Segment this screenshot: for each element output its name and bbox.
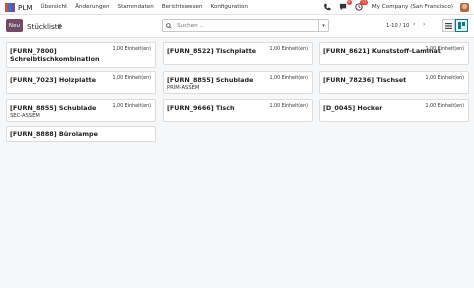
menu-overview[interactable]: Übersicht <box>41 4 68 10</box>
prev-page-icon[interactable]: ‹ <box>413 21 415 28</box>
search-input[interactable]: Suchen ... ▾ <box>162 19 329 32</box>
next-page-icon[interactable]: › <box>423 21 425 28</box>
search-icon <box>166 22 172 29</box>
company-switcher[interactable]: My Company (San Francisco) <box>372 4 453 10</box>
messages-icon[interactable]: 4 <box>339 0 352 12</box>
pager-value[interactable]: 1-10 / 10 <box>386 23 409 29</box>
card-operation: SEC-ASSEM <box>10 113 40 119</box>
user-avatar[interactable] <box>460 2 469 12</box>
search-options-toggle[interactable]: ▾ <box>318 20 328 31</box>
card-quantity: 1,00 Einheit(en) <box>425 47 464 52</box>
phone-icon[interactable] <box>323 3 332 12</box>
card-quantity: 1,00 Einheit(en) <box>112 104 151 109</box>
card-quantity: 1,00 Einheit(en) <box>269 47 308 52</box>
card-operation: PRIM-ASSEM <box>167 85 200 91</box>
card-title: [FURN_78236] Tischset <box>323 76 407 84</box>
card-title: [FURN_9666] Tisch <box>167 104 235 112</box>
card-title: [FURN_8855] Schublade <box>10 104 97 112</box>
kanban-card[interactable]: [FURN_8888] Bürolampe <box>6 126 156 142</box>
kanban-view-button[interactable] <box>455 19 468 32</box>
card-title: [FURN_7023] Holzplatte <box>10 76 97 84</box>
app-name[interactable]: PLM <box>18 3 33 12</box>
card-quantity: 1,00 Einheit(en) <box>112 47 151 52</box>
menu-configuration[interactable]: Konfiguration <box>211 4 248 10</box>
control-panel: Neu Stückliste ⚙ Suchen ... ▾ 1-10 / 10 … <box>0 15 474 38</box>
top-navbar: PLM Übersicht Änderungen Stammdaten Beri… <box>0 0 474 15</box>
card-title: [FURN_8522] Tischplatte <box>167 47 257 55</box>
menu-reporting[interactable]: Berichtswesen <box>162 4 203 10</box>
search-placeholder: Suchen ... <box>177 22 205 29</box>
menu-master-data[interactable]: Stammdaten <box>118 4 154 10</box>
kanban-card[interactable]: [FURN_8855] Schublade 1,00 Einheit(en) P… <box>163 71 313 94</box>
list-view-icon <box>445 22 452 29</box>
card-title: [FURN_7800] Schreibtischkombination <box>10 47 100 63</box>
card-quantity: 1,00 Einheit(en) <box>269 76 308 81</box>
card-title: [FURN_8888] Bürolampe <box>10 130 98 138</box>
kanban-card[interactable]: [FURN_8522] Tischplatte 1,00 Einheit(en) <box>163 42 313 65</box>
card-quantity: 1,00 Einheit(en) <box>425 76 464 81</box>
messages-badge: 4 <box>346 0 352 5</box>
kanban-card[interactable]: [D_0045] Hocker 1,00 Einheit(en) <box>319 99 469 122</box>
activity-badge: 17 <box>360 0 368 5</box>
card-quantity: 1,00 Einheit(en) <box>425 104 464 109</box>
kanban-card[interactable]: [FURN_8855] Schublade 1,00 Einheit(en) S… <box>6 99 156 122</box>
apps-menu-icon[interactable] <box>5 2 15 12</box>
kanban-card[interactable]: [FURN_8621] Kunststoff-Laminat 1,00 Einh… <box>319 42 469 65</box>
kanban-card[interactable]: [FURN_7023] Holzplatte 1,00 Einheit(en) <box>6 71 156 94</box>
card-quantity: 1,00 Einheit(en) <box>269 104 308 109</box>
gear-icon[interactable]: ⚙ <box>57 23 62 30</box>
card-quantity: 1,00 Einheit(en) <box>112 76 151 81</box>
new-button[interactable]: Neu <box>6 19 23 32</box>
caret-down-icon: ▾ <box>322 22 325 29</box>
kanban-card[interactable]: [FURN_78236] Tischset 1,00 Einheit(en) <box>319 71 469 94</box>
card-title: [FURN_8621] Kunststoff-Laminat <box>323 47 441 55</box>
card-title: [FURN_8855] Schublade <box>167 76 254 84</box>
list-view-button[interactable] <box>442 19 455 32</box>
kanban-view-icon <box>458 22 465 29</box>
kanban-card[interactable]: [FURN_7800] Schreibtischkombination 1,00 … <box>6 42 156 68</box>
activity-clock-icon[interactable]: 17 <box>355 0 368 12</box>
menu-changes[interactable]: Änderungen <box>75 4 109 10</box>
card-title: [D_0045] Hocker <box>323 104 383 112</box>
kanban-card[interactable]: [FURN_9666] Tisch 1,00 Einheit(en) <box>163 99 313 122</box>
